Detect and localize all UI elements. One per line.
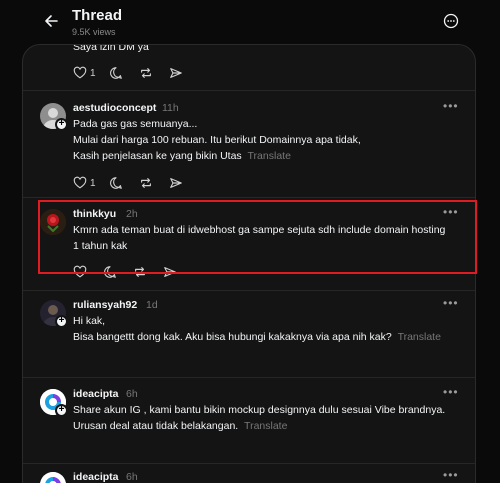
replies-panel: Saya izin DM ya 1 + aestudioconcept 11h … [22,44,476,483]
share-button[interactable] [169,65,183,81]
like-count: 1 [90,177,96,189]
like-button[interactable] [73,264,87,280]
comment-icon [104,266,116,278]
post-text-line: Kasih penjelasan ke yang bikin Utas Tran… [73,150,291,162]
translate-link[interactable]: Translate [244,420,287,432]
follow-button[interactable]: + [55,118,68,131]
post-text-line: Kmrn ada teman buat di idwebhost ga samp… [73,224,446,236]
plus-icon: + [58,315,65,326]
post-text-line: Bisa bangettt dong kak. Aku bisa hubungi… [73,331,441,343]
comment-icon [110,177,122,189]
ideacipta-logo-icon [40,472,66,483]
post-more-button[interactable]: ••• [443,468,459,482]
timestamp: 6h [126,388,138,400]
translate-link[interactable]: Translate [398,331,441,343]
reply-button[interactable] [109,175,123,191]
repost-icon [135,267,145,277]
timestamp: 1d [146,299,158,311]
divider [23,197,475,198]
avatar[interactable] [40,209,66,235]
post-text-line: Saya izin DM ya [73,44,149,53]
timestamp: 11h [162,102,179,114]
post-more-button[interactable]: ••• [443,99,459,113]
follow-button[interactable]: + [55,315,68,328]
post-text: Bisa bangettt dong kak. Aku bisa hubungi… [73,331,392,343]
post-text-line: Share akun IG , kami bantu bikin mockup … [73,404,446,416]
post-more-button[interactable]: ••• [443,296,459,310]
share-icon [170,68,182,78]
like-button[interactable]: 1 [73,65,96,81]
translate-link[interactable]: Translate [248,150,291,162]
share-button[interactable] [163,264,177,280]
share-button[interactable] [169,175,183,191]
post-text-line: 1 tahun kak [73,240,128,252]
post-text: Urusan deal atau tidak belakangan. [73,420,239,432]
follow-button[interactable]: + [55,404,68,417]
post-text-line: Mulai dari harga 100 rebuan. Itu berikut… [73,134,361,146]
divider [23,290,475,291]
repost-icon [141,68,151,78]
page-title: Thread [72,7,123,24]
timestamp: 2h [126,208,138,220]
post-more-button[interactable]: ••• [443,385,459,399]
divider [23,90,475,91]
username[interactable]: ideacipta [73,388,119,400]
post-text: Kasih penjelasan ke yang bikin Utas [73,150,242,162]
top-bar: Thread 9.5K views [0,0,500,44]
rose-avatar-icon [40,209,66,235]
repost-button[interactable] [133,264,147,280]
back-arrow-icon [45,15,58,27]
post-text-line: Pada gas gas semuanya... [73,118,198,130]
avatar[interactable] [40,472,66,483]
divider [23,377,475,378]
reply-button[interactable] [109,65,123,81]
comment-icon [110,67,122,79]
heart-icon [73,176,87,189]
post-text-line: Urusan deal atau tidak belakangan. Trans… [73,420,287,432]
username[interactable]: ruliansyah92 [73,299,137,311]
like-count: 1 [90,67,96,79]
view-count: 9.5K views [72,27,116,37]
share-icon [170,178,182,188]
heart-icon [73,66,87,79]
back-button[interactable] [40,10,62,32]
repost-button[interactable] [139,65,153,81]
post-more-button[interactable]: ••• [443,205,459,219]
username[interactable]: aestudioconcept [73,102,156,114]
repost-icon [141,178,151,188]
post-text-line: Hi kak, [73,315,106,327]
divider [23,463,475,464]
username[interactable]: thinkkyu [73,208,116,220]
plus-icon: + [58,118,65,129]
timestamp: 6h [126,471,138,483]
repost-button[interactable] [139,175,153,191]
username[interactable]: ideacipta [73,471,119,483]
like-button[interactable]: 1 [73,175,96,191]
share-icon [164,267,176,277]
reply-button[interactable] [103,264,117,280]
plus-icon: + [58,404,65,415]
more-circle-icon [443,13,459,29]
thread-options-button[interactable] [440,10,462,32]
heart-icon [73,265,87,278]
